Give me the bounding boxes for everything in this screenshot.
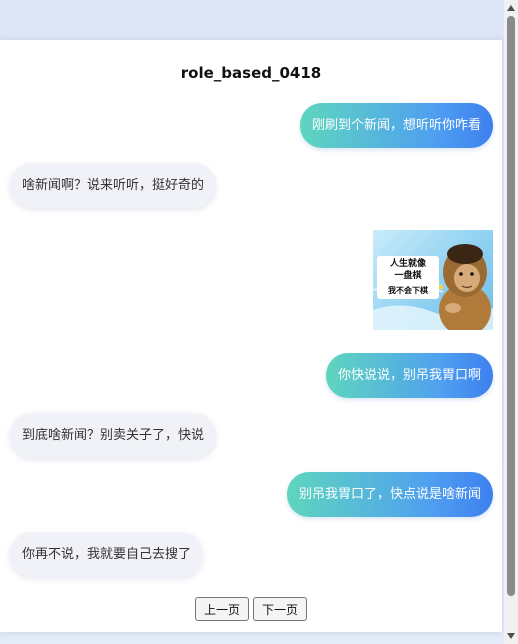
next-page-button[interactable]: 下一页 <box>253 597 308 621</box>
scroll-down-arrow-icon[interactable] <box>507 633 515 639</box>
pagination: 上一页 下一页 <box>0 597 502 621</box>
scroll-up-arrow-icon[interactable] <box>507 5 515 11</box>
message-sent: 别吊我胃口了，快点说是啥新闻 <box>286 472 493 517</box>
chat-title: role_based_0418 <box>180 64 322 82</box>
prev-page-button[interactable]: 上一页 <box>194 597 249 621</box>
vertical-scrollbar[interactable] <box>504 0 518 644</box>
message-sent: 你快说说，别吊我胃口啊 <box>325 353 493 398</box>
message-received: 你再不说，我就要自己去搜了 <box>10 532 204 577</box>
message-received: 到底啥新闻？别卖关子了，快说 <box>10 413 217 458</box>
message-received: 啥新闻啊？说来听听，挺好奇的 <box>10 163 217 208</box>
meme-sticker-image[interactable]: 人生就像 一盘棋 我不会下棋 <box>373 230 493 330</box>
sticker-caption: 人生就像 一盘棋 我不会下棋 <box>377 256 439 299</box>
chat-window: role_based_0418 刚刷到个新闻，想听听你咋看 啥新闻啊？说来听听，… <box>0 40 502 632</box>
scrollbar-thumb[interactable] <box>507 16 515 596</box>
message-sent: 刚刷到个新闻，想听听你咋看 <box>299 103 493 148</box>
